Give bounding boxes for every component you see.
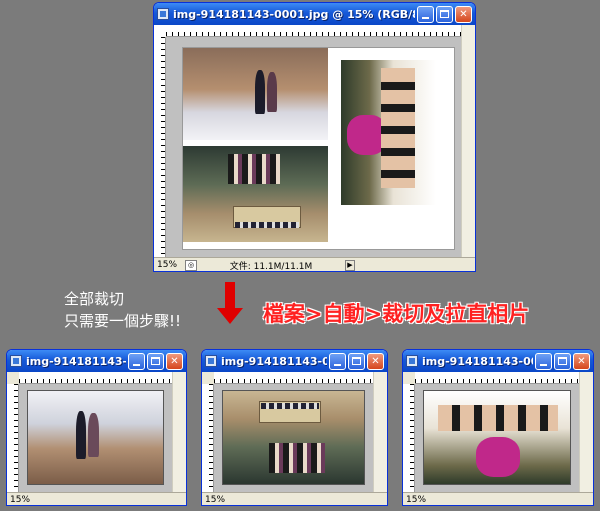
close-icon: ✕ bbox=[459, 8, 468, 20]
document-canvas[interactable] bbox=[214, 384, 373, 492]
ruler-corner bbox=[154, 25, 166, 37]
horizontal-ruler[interactable] bbox=[166, 25, 461, 37]
cropped-window-3-title: img-914181143-0001... bbox=[422, 354, 533, 368]
down-arrow-shaft bbox=[225, 282, 235, 309]
photo-figure bbox=[267, 72, 277, 112]
main-window-titlebar[interactable]: img-914181143-0001.jpg @ 15% (RGB/8#) ✕ bbox=[154, 3, 475, 25]
maximize-icon bbox=[151, 357, 160, 365]
minimize-button[interactable] bbox=[329, 352, 346, 370]
photo-group bbox=[423, 390, 571, 485]
document-icon bbox=[205, 355, 217, 367]
document-canvas[interactable] bbox=[166, 37, 461, 257]
caption-line-2: 只需要一個步驟!! bbox=[64, 312, 182, 330]
horizontal-ruler[interactable] bbox=[415, 372, 579, 384]
vertical-scrollbar[interactable] bbox=[373, 372, 387, 492]
vertical-scrollbar[interactable] bbox=[579, 372, 593, 492]
document-icon bbox=[406, 355, 418, 367]
close-button[interactable]: ✕ bbox=[367, 352, 384, 370]
status-bar: 15% bbox=[403, 492, 593, 505]
minimize-button[interactable] bbox=[535, 352, 552, 370]
zoom-level[interactable]: 15% bbox=[406, 495, 434, 505]
close-icon: ✕ bbox=[170, 355, 179, 367]
cropped-window-1-title: img-914181143-000... bbox=[26, 354, 126, 368]
minimize-icon bbox=[422, 16, 429, 19]
minimize-icon bbox=[133, 363, 140, 366]
navigator-icon[interactable]: ◎ bbox=[185, 259, 197, 271]
close-icon: ✕ bbox=[577, 355, 586, 367]
vertical-scrollbar[interactable] bbox=[461, 25, 475, 257]
horizontal-ruler[interactable] bbox=[214, 372, 373, 384]
scanned-photo-desert bbox=[183, 48, 328, 140]
maximize-icon bbox=[558, 357, 567, 365]
caption-line-1: 全部裁切 bbox=[64, 290, 125, 308]
zoom-level[interactable]: 15% bbox=[205, 495, 233, 505]
vertical-ruler[interactable] bbox=[403, 384, 415, 492]
minimize-button[interactable] bbox=[417, 5, 434, 23]
maximize-button[interactable] bbox=[554, 352, 571, 370]
scanned-page bbox=[182, 47, 455, 250]
maximize-icon bbox=[352, 357, 361, 365]
main-window-title: img-914181143-0001.jpg @ 15% (RGB/8#) bbox=[173, 7, 415, 21]
photo-figure bbox=[88, 413, 99, 457]
cropped-window-1[interactable]: img-914181143-000... ✕ 15% bbox=[6, 349, 187, 506]
minimize-icon bbox=[334, 363, 341, 366]
photo-figure bbox=[255, 70, 265, 114]
cropped-window-2-titlebar[interactable]: img-914181143-0001... ✕ bbox=[202, 350, 387, 372]
vertical-ruler[interactable] bbox=[202, 384, 214, 492]
cropped-window-2[interactable]: img-914181143-0001... ✕ 15% bbox=[201, 349, 388, 506]
photo-figure bbox=[76, 411, 86, 459]
document-canvas[interactable] bbox=[415, 384, 579, 492]
close-button[interactable]: ✕ bbox=[166, 352, 183, 370]
vertical-ruler[interactable] bbox=[7, 384, 19, 492]
photo-windows bbox=[235, 222, 299, 228]
horizontal-ruler[interactable] bbox=[19, 372, 172, 384]
document-icon bbox=[10, 355, 22, 367]
document-icon bbox=[157, 8, 169, 20]
close-button[interactable]: ✕ bbox=[455, 5, 472, 23]
close-button[interactable]: ✕ bbox=[573, 352, 590, 370]
cropped-window-2-title: img-914181143-0001... bbox=[221, 354, 327, 368]
status-menu-arrow-icon[interactable]: ▶ bbox=[345, 259, 355, 271]
document-canvas[interactable] bbox=[19, 384, 172, 492]
maximize-button[interactable] bbox=[348, 352, 365, 370]
cropped-window-3-titlebar[interactable]: img-914181143-0001... ✕ bbox=[403, 350, 593, 372]
cropped-window-1-titlebar[interactable]: img-914181143-000... ✕ bbox=[7, 350, 186, 372]
photo-faces bbox=[381, 68, 415, 188]
main-document-window[interactable]: img-914181143-0001.jpg @ 15% (RGB/8#) ✕ bbox=[153, 2, 476, 272]
cropped-window-3[interactable]: img-914181143-0001... ✕ 15% bbox=[402, 349, 594, 506]
minimize-icon bbox=[540, 363, 547, 366]
photo-building bbox=[222, 390, 365, 485]
caption-left: 全部裁切 只需要一個步驟!! bbox=[64, 288, 181, 332]
vertical-scrollbar[interactable] bbox=[172, 372, 186, 492]
minimize-button[interactable] bbox=[128, 352, 145, 370]
zoom-level[interactable]: 15% bbox=[10, 495, 38, 505]
photo-pink-shirt bbox=[476, 437, 520, 477]
status-bar: 15% bbox=[7, 492, 186, 505]
maximize-button[interactable] bbox=[436, 5, 453, 23]
close-icon: ✕ bbox=[371, 355, 380, 367]
vertical-ruler[interactable] bbox=[154, 37, 166, 257]
status-bar: 15% bbox=[202, 492, 387, 505]
photo-desert bbox=[27, 390, 164, 485]
down-arrow-head bbox=[217, 308, 243, 324]
maximize-icon bbox=[440, 10, 449, 18]
maximize-button[interactable] bbox=[147, 352, 164, 370]
photo-people bbox=[269, 443, 325, 473]
scanned-photo-group bbox=[341, 60, 436, 205]
file-size-info: 文件: 11.1M/11.1M bbox=[229, 261, 313, 272]
photo-people bbox=[228, 154, 280, 184]
photo-faces bbox=[438, 405, 558, 431]
zoom-level[interactable]: 15% bbox=[157, 260, 185, 270]
main-status-bar: 15% ◎ 文件: 11.1M/11.1M ▶ bbox=[154, 257, 475, 272]
photo-windows bbox=[261, 403, 319, 409]
scanned-photo-building bbox=[183, 146, 328, 242]
menu-path-label: 檔案>自動>裁切及拉直相片 bbox=[263, 302, 530, 326]
